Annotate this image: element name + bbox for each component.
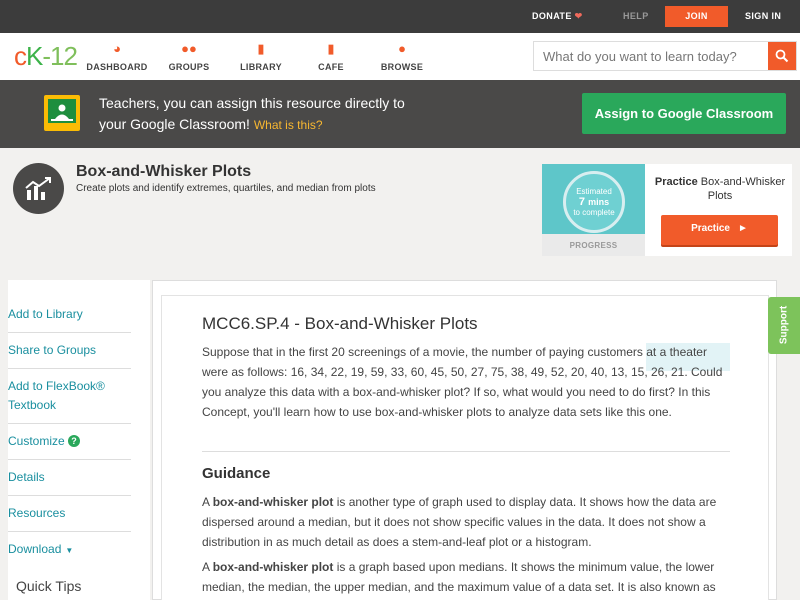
sidebar-item-customize[interactable]: Customize ? <box>8 432 131 460</box>
search-box <box>533 41 797 71</box>
search-input[interactable] <box>534 42 769 70</box>
library-icon: ▮ <box>257 41 265 56</box>
chevron-right-icon: ► <box>738 223 748 234</box>
search-button[interactable] <box>768 42 796 70</box>
help-link[interactable]: HELP <box>623 11 649 21</box>
sidebar-item-download[interactable]: Download ▼ <box>8 540 131 568</box>
cafe-icon: ▮ <box>327 41 335 56</box>
guidance-paragraph-2: A box-and-whisker plot is a graph based … <box>202 560 716 594</box>
top-bar: DONATE ❤ HELP JOIN SIGN IN <box>0 0 800 33</box>
nav-groups[interactable]: ●● GROUPS <box>149 41 229 72</box>
classroom-message: Teachers, you can assign this resource d… <box>99 95 405 132</box>
sidebar-item-add-to-flexbook[interactable]: Add to FlexBook® Textbook <box>8 377 131 424</box>
progress-label: PROGRESS <box>569 241 618 250</box>
sidebar-item-share-to-groups[interactable]: Share to Groups <box>8 341 131 369</box>
sidebar-item-add-to-library[interactable]: Add to Library <box>8 305 131 333</box>
practice-card: Estimated 7 mins to complete PROGRESS Pr… <box>542 164 792 256</box>
nav-browse[interactable]: ● BROWSE <box>362 41 442 72</box>
main-nav: cK-12 ◕ DASHBOARD ●● GROUPS ▮ LIBRARY ▮ … <box>0 33 800 80</box>
support-tab[interactable]: Support <box>768 297 800 354</box>
progress-panel: Estimated 7 mins to complete PROGRESS <box>542 164 645 256</box>
caret-down-icon: ▼ <box>65 546 74 555</box>
nav-cafe[interactable]: ▮ CAFE <box>291 41 371 72</box>
lesson-body <box>161 295 769 600</box>
concept-chart-icon <box>13 163 64 214</box>
concept-subtitle: Create plots and identify extremes, quar… <box>76 183 376 194</box>
guidance-heading: Guidance <box>202 465 271 482</box>
nav-library[interactable]: ▮ LIBRARY <box>221 41 301 72</box>
sidebar-item-details[interactable]: Details <box>8 468 131 496</box>
google-classroom-icon <box>44 95 80 131</box>
nav-dashboard[interactable]: ◕ DASHBOARD <box>77 41 157 72</box>
donate-link[interactable]: DONATE ❤ <box>532 11 583 22</box>
concept-title: Box-and-Whisker Plots <box>76 163 252 180</box>
quick-tips-heading: Quick Tips <box>16 578 82 594</box>
intro-paragraph: Suppose that in the first 20 screenings … <box>202 345 723 419</box>
sidebar-item-resources[interactable]: Resources <box>8 504 131 532</box>
groups-icon: ●● <box>181 41 197 56</box>
dashboard-icon: ◕ <box>113 41 121 56</box>
help-icon[interactable]: ? <box>68 435 81 447</box>
practice-title: Practice Box-and-Whisker Plots <box>654 176 786 202</box>
lesson-title: MCC6.SP.4 - Box-and-Whisker Plots <box>202 314 478 333</box>
heart-icon: ❤ <box>574 11 583 21</box>
practice-button[interactable]: Practice ► <box>661 215 778 245</box>
estimated-time-badge: Estimated 7 mins to complete <box>563 171 625 233</box>
browse-icon: ● <box>398 41 406 56</box>
search-icon <box>775 49 789 63</box>
guidance-paragraph-1: A box-and-whisker plot is another type o… <box>202 495 717 549</box>
ck12-logo[interactable]: cK-12 <box>14 41 78 71</box>
join-button[interactable]: JOIN <box>665 6 728 27</box>
sign-in-link[interactable]: SIGN IN <box>745 11 781 21</box>
assign-google-classroom-button[interactable]: Assign to Google Classroom <box>582 93 786 134</box>
divider <box>202 451 730 452</box>
what-is-this-link[interactable]: What is this? <box>254 118 323 132</box>
